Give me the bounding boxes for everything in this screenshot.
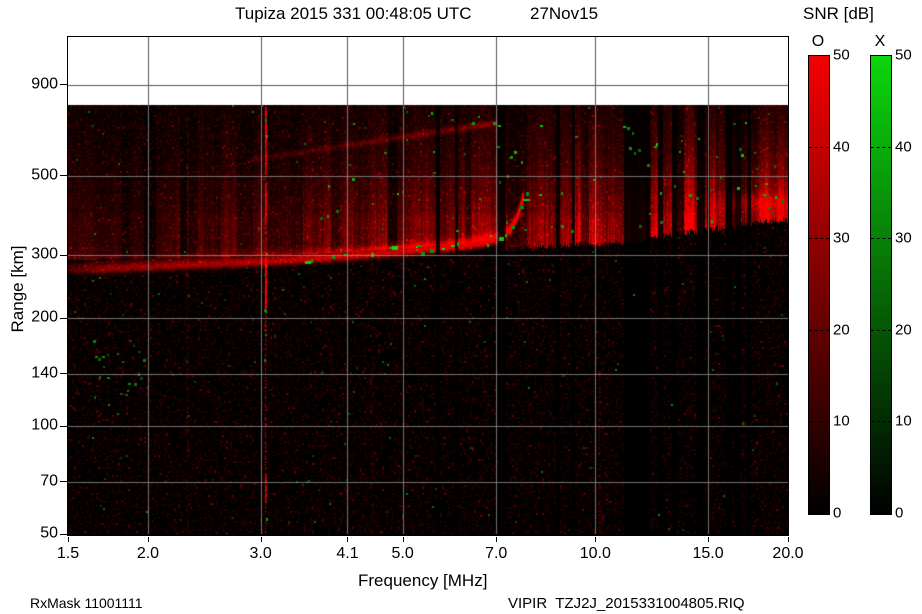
x-tick-mark <box>68 537 69 542</box>
footer-rxmask: RxMask 11001111 <box>30 595 143 611</box>
colorbar-o-gradient <box>808 55 830 515</box>
ionogram-canvas <box>68 37 788 534</box>
y-tick-label: 140 <box>31 364 58 382</box>
colorbar-tick-dash <box>809 421 829 423</box>
y-tick-mark <box>60 254 67 256</box>
colorbar-x-label: X <box>874 33 886 50</box>
colorbar-tick-label: 40 <box>895 138 912 156</box>
y-tick-label: 900 <box>31 75 58 93</box>
x-tick-mark <box>347 537 349 542</box>
plot-date: 27Nov15 <box>530 4 599 23</box>
ionogram-view: Tupiza 2015 331 00:48:05 UTC 27Nov15 SNR… <box>0 0 922 614</box>
x-axis-title: Frequency [MHz] <box>358 571 488 590</box>
y-tick-label: 200 <box>31 309 58 327</box>
colorbar-x-gradient <box>870 55 892 515</box>
colorbar-tick-dash <box>871 238 891 240</box>
x-tick-label: 2.0 <box>136 545 160 562</box>
colorbar-tick-label: 10 <box>895 412 912 430</box>
y-tick-label: 300 <box>31 246 58 264</box>
colorbar-tick-label: 0 <box>895 504 904 522</box>
x-tick-mark <box>402 537 404 542</box>
x-tick-label: 15.0 <box>692 545 724 562</box>
y-tick-mark <box>60 425 67 427</box>
y-tick-label: 70 <box>40 472 58 490</box>
colorbar-tick-label: 30 <box>833 229 850 247</box>
y-tick-label: 500 <box>31 166 58 184</box>
colorbar-tick-label: 20 <box>895 321 912 339</box>
colorbar-tick-label: 20 <box>833 321 850 339</box>
colorbar-tick-dash <box>809 329 829 331</box>
y-tick-mark <box>60 317 67 319</box>
colorbar-tick-dash <box>871 329 891 331</box>
x-tick-mark <box>496 537 498 542</box>
colorbar-tick-dash <box>809 238 829 240</box>
x-tick-mark <box>708 537 710 542</box>
y-tick-label: 100 <box>31 416 58 434</box>
colorbar-tick-label: 0 <box>833 504 842 522</box>
y-tick-mark <box>60 175 67 177</box>
x-tick-mark <box>788 537 789 542</box>
x-tick-label: 7.0 <box>485 545 508 562</box>
x-tick-label: 1.5 <box>56 545 80 562</box>
colorbar-tick-dash <box>871 146 891 148</box>
footer-filename: VIPIR TZJ2J_2015331004805.RIQ <box>508 595 745 612</box>
y-tick-mark <box>60 533 67 535</box>
x-tick-label: 5.0 <box>391 545 414 562</box>
colorbar-title: SNR [dB] <box>803 4 874 23</box>
colorbar-tick-label: 40 <box>833 138 850 156</box>
x-tick-mark <box>595 537 597 542</box>
y-tick-mark <box>60 481 67 483</box>
colorbar-tick-label: 10 <box>833 412 850 430</box>
plot-title: Tupiza 2015 331 00:48:05 UTC <box>235 4 472 23</box>
x-tick-label: 20.0 <box>772 545 804 562</box>
colorbar-o-label: O <box>811 33 825 50</box>
colorbar-tick-dash <box>871 421 891 423</box>
x-tick-mark <box>147 537 149 542</box>
y-tick-label: 50 <box>40 524 58 542</box>
colorbar-tick-label: 50 <box>895 46 912 64</box>
x-tick-mark <box>260 537 262 542</box>
x-tick-label: 4.1 <box>336 545 359 562</box>
y-tick-mark <box>60 84 67 86</box>
colorbar-tick-dash <box>809 146 829 148</box>
colorbar-tick-label: 50 <box>833 46 850 64</box>
y-tick-mark <box>60 373 67 375</box>
x-tick-label: 3.0 <box>249 545 272 562</box>
colorbar-tick-label: 30 <box>895 229 912 247</box>
x-tick-label: 10.0 <box>579 545 611 562</box>
